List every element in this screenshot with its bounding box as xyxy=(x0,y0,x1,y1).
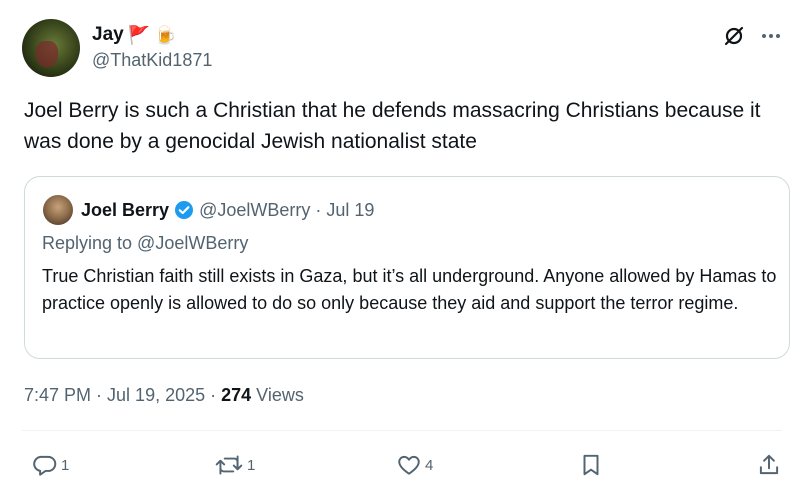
quoted-date: Jul 19 xyxy=(326,199,375,220)
grok-icon[interactable] xyxy=(722,24,746,48)
tweet-time[interactable]: 7:47 PM xyxy=(24,385,91,406)
quoted-replying-to: Replying to @JoelWBerry xyxy=(42,233,249,253)
reply-count: 1 xyxy=(61,456,70,474)
share-icon xyxy=(756,452,782,478)
bookmark-icon xyxy=(578,452,604,478)
tweet-date[interactable]: Jul 19, 2025 xyxy=(107,385,205,406)
heart-icon xyxy=(396,452,422,478)
quoted-author-avatar xyxy=(43,195,73,225)
like-button[interactable]: 4 xyxy=(396,452,433,478)
beer-mug-emoji: 🍺 xyxy=(154,25,177,45)
quoted-handle: @JoelWBerry xyxy=(199,199,311,220)
like-count: 4 xyxy=(425,456,434,474)
reply-icon xyxy=(32,452,58,478)
meta-separator: · xyxy=(96,385,103,405)
repost-button[interactable]: 1 xyxy=(214,452,255,478)
author-handle[interactable]: @ThatKid1871 xyxy=(92,50,212,71)
tweet-meta: 7:47 PM · Jul 19, 2025 · 274 Views xyxy=(24,385,304,406)
views-count[interactable]: 274 xyxy=(221,385,251,406)
more-options-icon[interactable] xyxy=(760,25,782,47)
red-flag-emoji: 🚩 xyxy=(127,25,151,45)
meta-separator: · xyxy=(210,385,217,405)
repost-count: 1 xyxy=(247,456,256,474)
repost-icon xyxy=(214,452,244,478)
quoted-tweet-card[interactable]: Joel Berry @JoelWBerry · Jul 19 Replying… xyxy=(24,176,790,359)
views-label: Views xyxy=(256,385,304,405)
quoted-text: True Christian faith still exists in Gaz… xyxy=(42,266,777,313)
author-avatar[interactable] xyxy=(22,19,80,77)
share-button[interactable] xyxy=(756,452,782,478)
reply-button[interactable]: 1 xyxy=(32,452,69,478)
quoted-separator: · xyxy=(315,199,322,220)
verified-badge-icon xyxy=(174,200,194,220)
tweet-text: Joel Berry is such a Christian that he d… xyxy=(24,99,761,153)
quoted-display-name: Joel Berry xyxy=(81,199,170,220)
author-name-row[interactable]: Jay 🚩 🍺 xyxy=(92,22,177,48)
bookmark-button[interactable] xyxy=(578,452,604,478)
author-display-name[interactable]: Jay xyxy=(92,24,124,46)
divider xyxy=(22,430,782,431)
tweet-top-actions xyxy=(722,24,782,48)
quoted-author-row: Joel Berry @JoelWBerry · Jul 19 xyxy=(81,196,374,224)
